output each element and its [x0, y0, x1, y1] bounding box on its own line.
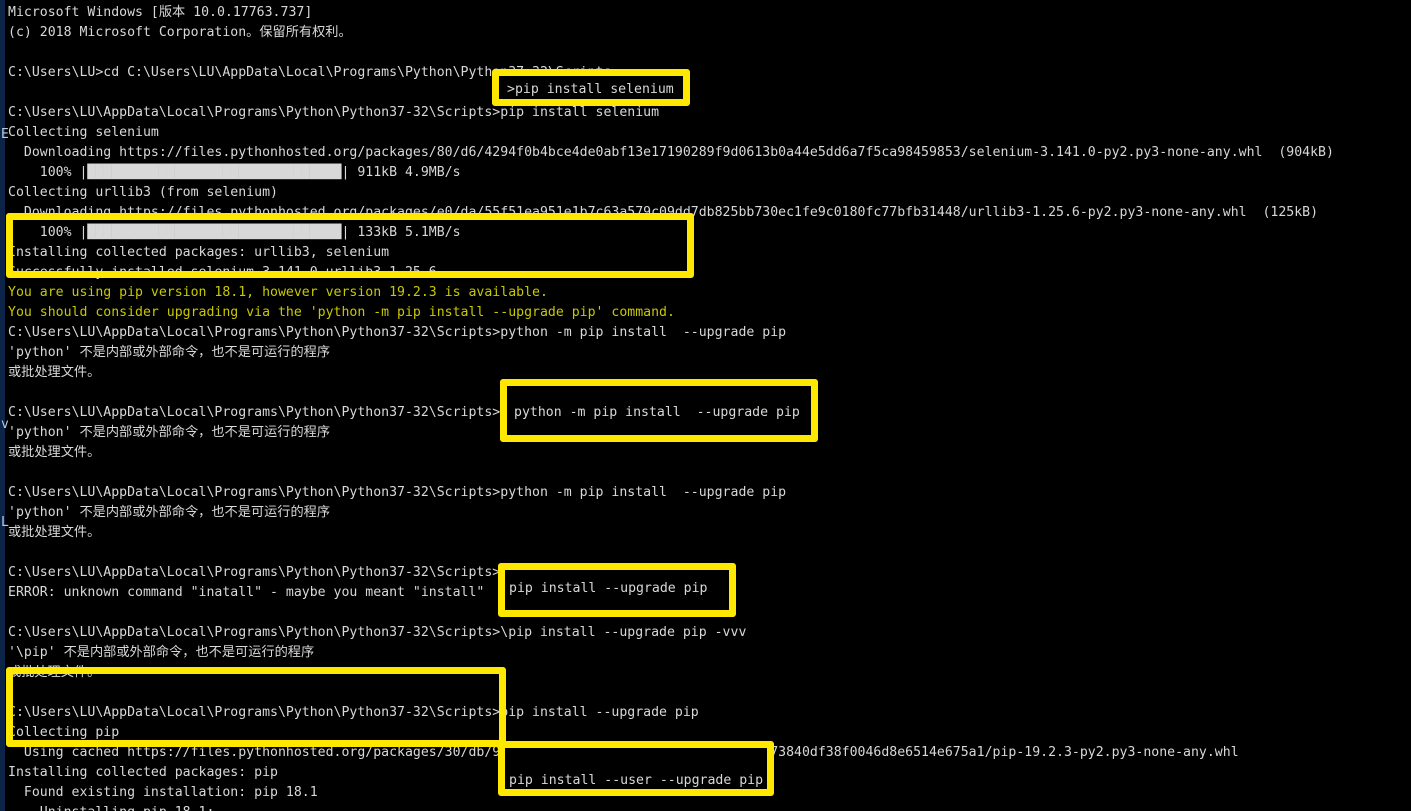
console-line: Downloading https://files.pythonhosted.o…: [8, 205, 1319, 220]
console-line: Successfully installed selenium-3.141.0 …: [8, 265, 437, 280]
console-line: 100% |████████████████████████████████| …: [8, 225, 461, 240]
console-line: Collecting selenium: [8, 125, 159, 140]
console-line: C:\Users\LU\AppData\Local\Programs\Pytho…: [8, 325, 787, 340]
console-line: You should consider upgrading via the 'p…: [8, 305, 675, 320]
console-line: C:\Users\LU\AppData\Local\Programs\Pytho…: [8, 625, 747, 640]
hl-pip-install-upgrade-label: pip install --upgrade pip: [509, 581, 708, 596]
console-line: C:\Users\LU\AppData\Local\Programs\Pytho…: [8, 105, 660, 120]
console-line: 或批处理文件。: [8, 525, 101, 540]
hl-python-m-pip-upgrade-label: python -m pip install --upgrade pip: [514, 405, 800, 420]
console-line: C:\Users\LU\AppData\Local\Programs\Pytho…: [8, 565, 620, 580]
window-artifact-glyph: v: [1, 417, 9, 432]
hl-pip-install-user-upgrade-label: pip install --user --upgrade pip: [509, 773, 764, 788]
console-line: 'python' 不是内部或外部命令，也不是可运行的程序: [8, 505, 331, 520]
console-line: 'python' 不是内部或外部命令，也不是可运行的程序: [8, 345, 331, 360]
console-line: 100% |████████████████████████████████| …: [8, 165, 461, 180]
console-line: Collecting pip: [8, 725, 120, 740]
window-artifact-glyph: L: [1, 515, 9, 530]
command-prompt-window[interactable]: Microsoft Windows [版本 10.0.17763.737] (c)…: [0, 0, 1411, 811]
console-line: Downloading https://files.pythonhosted.o…: [8, 145, 1334, 160]
console-line: 或批处理文件。: [8, 665, 101, 680]
console-line: Using cached https://files.pythonhosted.…: [8, 745, 1239, 760]
console-line: '\pip' 不是内部或外部命令，也不是可运行的程序: [8, 645, 315, 660]
console-line: 或批处理文件。: [8, 365, 101, 380]
console-line: C:\Users\LU>cd C:\Users\LU\AppData\Local…: [8, 65, 612, 80]
console-line: Collecting urllib3 (from selenium): [8, 185, 278, 200]
console-line: Uninstalling pip-18.1:: [8, 803, 1411, 811]
console-line: C:\Users\LU\AppData\Local\Programs\Pytho…: [8, 705, 699, 720]
console-line: 'python' 不是内部或外部命令，也不是可运行的程序: [8, 425, 331, 440]
console-line: ERROR: unknown command "inatall" - maybe…: [8, 585, 485, 600]
console-line: Installing collected packages: urllib3, …: [8, 245, 390, 260]
console-line: 或批处理文件。: [8, 445, 101, 460]
hl-pip-install-selenium-label: >pip install selenium: [507, 82, 674, 97]
console-line: (c) 2018 Microsoft Corporation。保留所有权利。: [8, 25, 352, 40]
window-artifact-glyph: E: [1, 127, 9, 142]
console-line: Microsoft Windows [版本 10.0.17763.737]: [8, 5, 313, 20]
console-line: C:\Users\LU\AppData\Local\Programs\Pytho…: [8, 485, 787, 500]
console-line: You are using pip version 18.1, however …: [8, 285, 548, 300]
